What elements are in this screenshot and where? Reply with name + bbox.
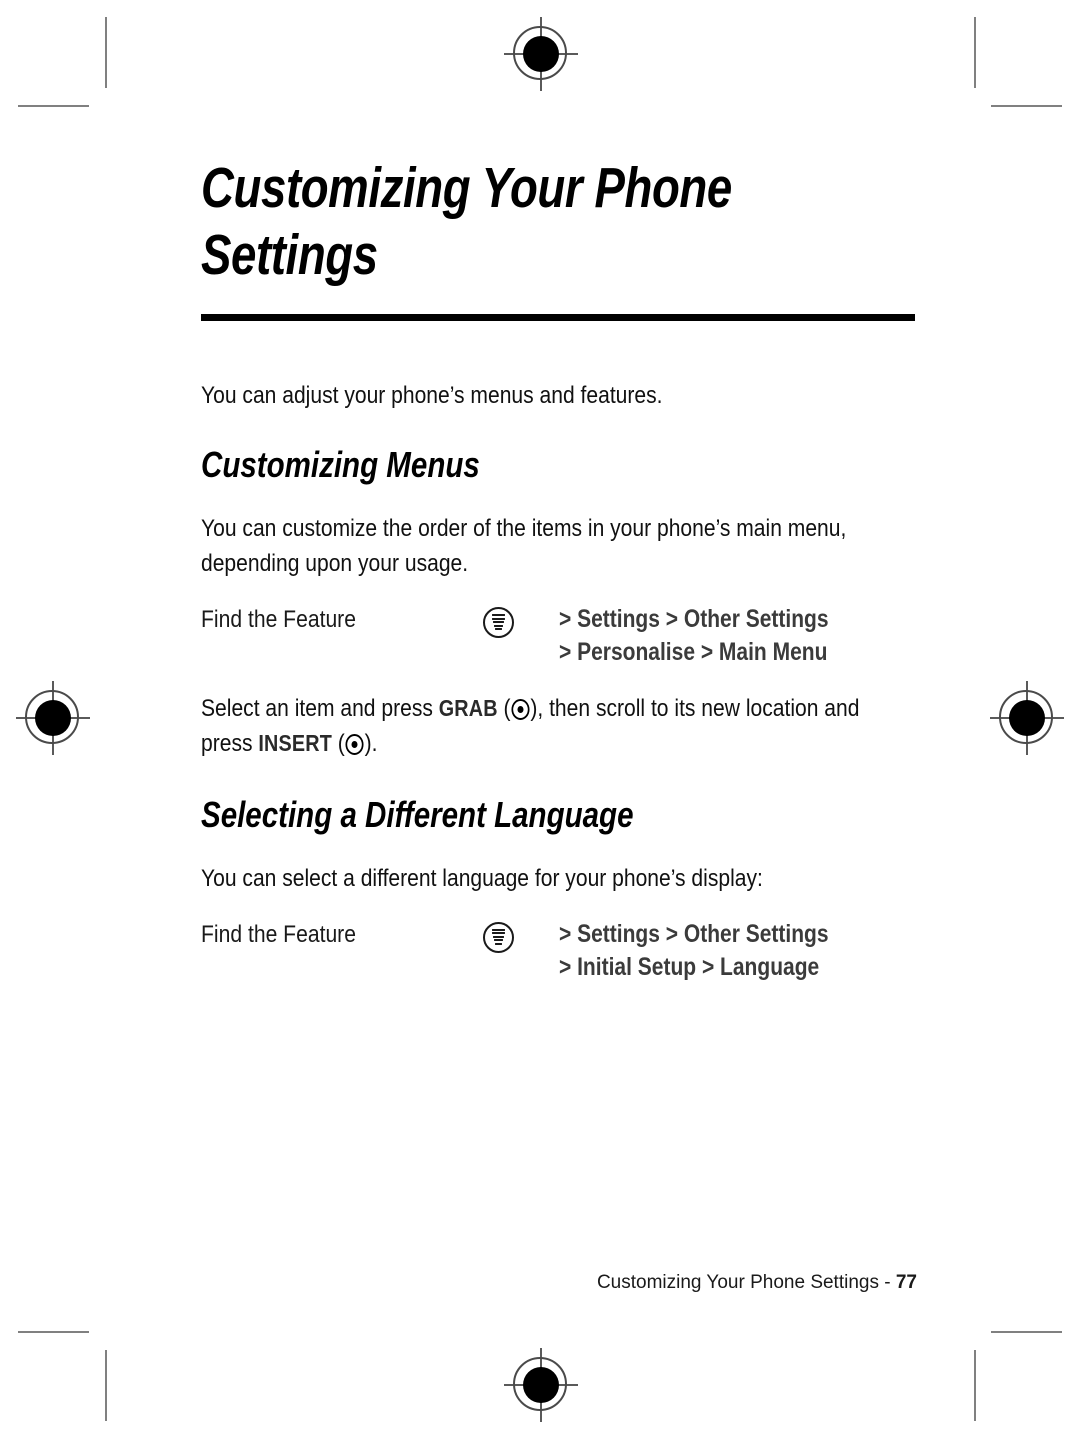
key-label-insert: INSERT [258,729,332,756]
section-paragraph-selecting-language: You can select a different language for … [201,864,763,892]
select-key-icon [345,733,364,755]
find-the-feature-path: > Settings > Other Settings > Personalis… [559,603,860,669]
find-the-feature-icon-cell [483,603,559,638]
find-the-feature-path: > Settings > Other Settings > Initial Se… [559,918,860,984]
find-the-feature-selecting-language: Find the Feature > Settings > Other Sett… [201,918,917,984]
find-the-feature-path-line-1: > Settings > Other Settings [559,604,829,633]
section-heading-customizing-menus: Customizing Menus [201,444,480,486]
instruction-paragraph-grab-insert: Select an item and press GRAB (), then s… [201,694,860,757]
instruction-text-part-3: . [371,729,378,757]
find-the-feature-label: Find the Feature [201,605,356,633]
menu-icon [483,606,514,638]
page-title-line-2: Settings [201,222,378,287]
find-the-feature-path-line-2: > Personalise > Main Menu [559,637,828,666]
section-heading-selecting-language: Selecting a Different Language [201,793,634,835]
page-title-line-1: Customizing Your Phone [201,156,732,220]
title-divider-rule [201,314,915,321]
intro-paragraph: You can adjust your phone’s menus and fe… [201,382,663,410]
find-the-feature-path-line-1: > Settings > Other Settings [559,919,829,948]
find-the-feature-customizing-menus: Find the Feature > Settings > Other Sett… [201,603,917,669]
find-the-feature-path-line-2: > Initial Setup > Language [559,952,820,981]
page-title: Customizing Your Phone Settings [201,155,917,288]
key-label-grab: GRAB [438,694,498,721]
page-footer: Customizing Your Phone Settings - 77 [201,1272,917,1294]
section-paragraph-customizing-menus: You can customize the order of the items… [201,514,847,577]
find-the-feature-icon-cell [483,918,559,953]
menu-icon [483,921,514,953]
find-the-feature-label: Find the Feature [201,920,356,948]
select-key-icon [511,698,530,720]
manual-page: Customizing Your Phone Settings You can a… [0,0,1080,1438]
footer-text: Customizing Your Phone Settings - [596,1272,896,1293]
instruction-text-part-1: Select an item and press [201,694,439,722]
page-content: Customizing Your Phone Settings You can a… [201,155,917,984]
footer-page-number: 77 [895,1272,917,1293]
